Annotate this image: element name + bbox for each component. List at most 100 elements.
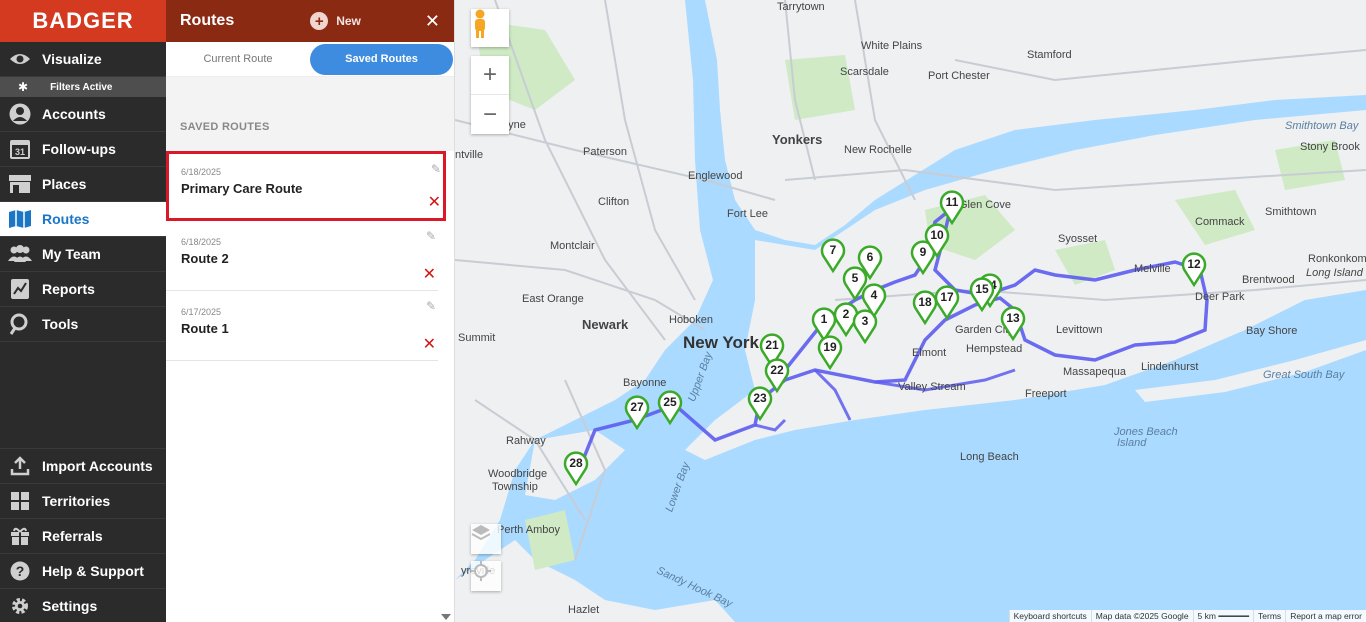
report-error-link[interactable]: Report a map error	[1285, 610, 1366, 622]
route-pin-25[interactable]: 25	[657, 390, 683, 426]
map-label: Port Chester	[928, 70, 990, 82]
nav-label: Territories	[42, 493, 111, 509]
report-icon	[8, 278, 32, 300]
pin-number: 12	[1187, 257, 1201, 271]
close-icon[interactable]: ✕	[425, 11, 440, 32]
new-route-button[interactable]: + New	[310, 12, 361, 30]
keyboard-shortcuts-link[interactable]: Keyboard shortcuts	[1008, 610, 1091, 622]
route-item-route-2[interactable]: 6/18/2025 Route 2 ✎ ✕	[166, 221, 438, 291]
layers-button[interactable]	[471, 524, 501, 554]
map-label: Valley Stream	[898, 381, 966, 393]
upload-icon	[8, 455, 32, 477]
delete-icon[interactable]: ✕	[423, 264, 436, 284]
map-label: Smithtown	[1265, 206, 1316, 218]
nav-help-support[interactable]: ? Help & Support	[0, 553, 166, 588]
nav-referrals[interactable]: Referrals	[0, 518, 166, 553]
route-name: Primary Care Route	[181, 181, 303, 196]
svg-text:?: ?	[16, 563, 25, 579]
map-view[interactable]: Tarrytown Stamford White Plains Port Che…	[455, 0, 1366, 622]
delete-icon[interactable]: ✕	[428, 192, 441, 212]
pin-number: 10	[930, 228, 944, 242]
pegman-icon	[475, 9, 485, 38]
map-label: Brentwood	[1242, 274, 1295, 286]
my-location-button[interactable]	[471, 561, 501, 591]
nav-tools[interactable]: Tools	[0, 307, 166, 342]
map-attribution: Keyboard shortcuts Map data ©2025 Google…	[1008, 610, 1366, 622]
nav-label: Visualize	[42, 51, 102, 67]
nav-label: My Team	[42, 246, 101, 262]
map-label: Newark	[582, 317, 629, 332]
map-label: Perth Amboy	[497, 524, 560, 536]
route-name: Route 2	[181, 251, 229, 266]
pencil-icon[interactable]: ✎	[431, 162, 441, 176]
nav-my-team[interactable]: My Team	[0, 237, 166, 272]
tab-current-route[interactable]: Current Route	[166, 44, 310, 75]
eye-icon	[8, 48, 32, 70]
map-label: White Plains	[861, 40, 923, 52]
nav-accounts[interactable]: Accounts	[0, 97, 166, 132]
zoom-in-button[interactable]: +	[471, 56, 509, 95]
map-label: Summit	[458, 332, 495, 344]
nav-import-accounts[interactable]: Import Accounts	[0, 448, 166, 483]
map-label: ntville	[455, 149, 483, 161]
scroll-down-arrow[interactable]	[441, 614, 451, 620]
nav-label: Help & Support	[42, 563, 144, 579]
map-label: Island	[1117, 437, 1147, 449]
nav-follow-ups[interactable]: 31 Follow-ups	[0, 132, 166, 167]
map-label: Long Island	[1306, 267, 1364, 279]
panel-title: Routes	[180, 12, 235, 29]
map-label: East Orange	[522, 293, 584, 305]
nav-reports[interactable]: Reports	[0, 272, 166, 307]
map-label: Scarsdale	[840, 66, 889, 78]
route-name: Route 1	[181, 321, 229, 336]
badger-logo[interactable]: BADGER	[0, 0, 166, 42]
pin-number: 18	[918, 295, 932, 309]
route-item-primary-care[interactable]: 6/18/2025 Primary Care Route ✎ ✕	[166, 151, 446, 221]
pin-number: 13	[1006, 311, 1020, 325]
map-label: Lindenhurst	[1141, 361, 1199, 373]
nav-settings[interactable]: Settings	[0, 588, 166, 622]
nav-label: Tools	[42, 316, 79, 332]
map-label: Long Beach	[960, 451, 1019, 463]
layers-icon	[471, 525, 491, 540]
help-icon: ?	[8, 560, 32, 582]
route-item-route-1[interactable]: 6/17/2025 Route 1 ✎ ✕	[166, 291, 438, 361]
map-label: Paterson	[583, 146, 627, 158]
nav-visualize[interactable]: Visualize	[0, 42, 166, 77]
routes-panel: Routes + New ✕ Current Route Saved Route…	[166, 0, 455, 622]
pencil-icon[interactable]: ✎	[426, 299, 436, 313]
route-pin-27[interactable]: 27	[624, 395, 650, 431]
map-label: Englewood	[688, 170, 742, 182]
map-label: Levittown	[1056, 324, 1102, 336]
map-label: Tarrytown	[777, 1, 825, 13]
pencil-icon[interactable]: ✎	[426, 229, 436, 243]
nav-label: Routes	[42, 211, 90, 227]
map-label: Syosset	[1058, 233, 1097, 245]
store-icon	[8, 173, 32, 195]
pin-number: 3	[862, 314, 869, 328]
tab-saved-routes[interactable]: Saved Routes	[310, 43, 453, 75]
team-icon	[8, 243, 32, 265]
gift-icon	[8, 525, 32, 547]
zoom-out-button[interactable]: −	[471, 95, 509, 134]
map-label: Clifton	[598, 196, 629, 208]
routes-panel-header: Routes + New ✕	[166, 0, 454, 42]
pin-number: 1	[821, 312, 828, 326]
filters-active-badge[interactable]: ✱ Filters Active	[0, 77, 166, 97]
plus-icon: +	[310, 12, 329, 30]
filter-icon: ✱	[18, 80, 29, 94]
nav-routes[interactable]: Routes	[0, 202, 166, 237]
main-nav: BADGER Visualize ✱ Filters Active Accoun…	[0, 0, 166, 622]
map-label: Great South Bay	[1263, 369, 1346, 381]
person-icon	[8, 103, 32, 125]
map-label: Smithtown Bay	[1285, 120, 1360, 132]
nav-places[interactable]: Places	[0, 167, 166, 202]
delete-icon[interactable]: ✕	[423, 334, 436, 354]
map-canvas: Tarrytown Stamford White Plains Port Che…	[455, 0, 1366, 622]
nav-label: Settings	[42, 598, 98, 614]
terms-link[interactable]: Terms	[1253, 610, 1285, 622]
map-label: Montclair	[550, 240, 595, 252]
map-label: Freeport	[1025, 388, 1067, 400]
nav-territories[interactable]: Territories	[0, 483, 166, 518]
street-view-pegman[interactable]	[471, 9, 509, 47]
